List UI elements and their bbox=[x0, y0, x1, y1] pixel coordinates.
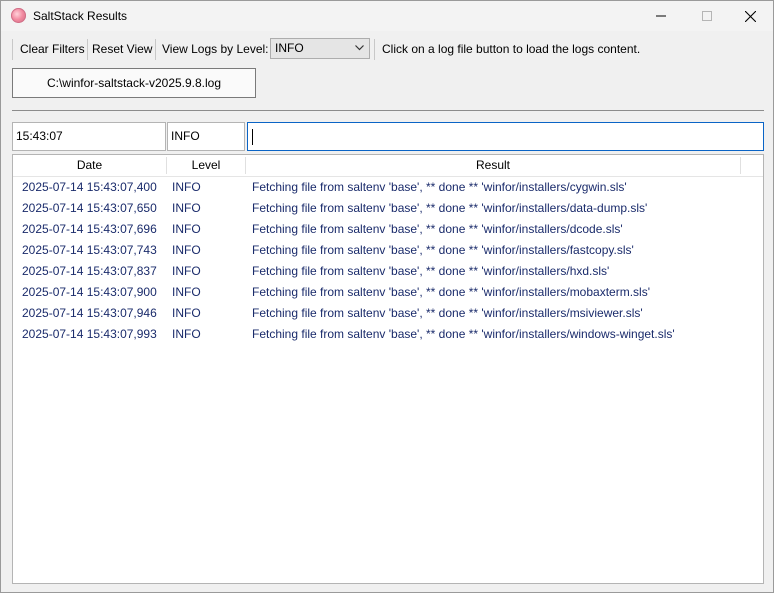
toolbar-separator bbox=[374, 39, 375, 60]
cell-level: INFO bbox=[172, 306, 201, 320]
title-bar[interactable]: SaltStack Results bbox=[1, 1, 773, 31]
table-row[interactable]: 2025-07-14 15:43:07,400 INFO Fetching file… bbox=[13, 177, 763, 198]
cell-result: Fetching file from saltenv 'base', ** do… bbox=[252, 222, 623, 236]
level-filter-label: View Logs by Level: bbox=[162, 42, 269, 56]
level-select[interactable]: INFO bbox=[270, 38, 370, 59]
level-filter-input[interactable]: INFO bbox=[167, 122, 245, 151]
cell-date: 2025-07-14 15:43:07,650 bbox=[22, 201, 157, 215]
divider bbox=[12, 110, 764, 111]
date-filter-input[interactable]: 15:43:07 bbox=[12, 122, 166, 151]
cell-date: 2025-07-14 15:43:07,993 bbox=[22, 327, 157, 341]
toolbar-separator bbox=[12, 39, 13, 60]
table-row[interactable]: 2025-07-14 15:43:07,650 INFO Fetching file… bbox=[13, 198, 763, 219]
cell-date: 2025-07-14 15:43:07,743 bbox=[22, 243, 157, 257]
cell-level: INFO bbox=[172, 264, 201, 278]
cell-result: Fetching file from saltenv 'base', ** do… bbox=[252, 285, 650, 299]
result-filter-input[interactable] bbox=[247, 122, 764, 151]
window-title: SaltStack Results bbox=[33, 9, 128, 23]
app-window: SaltStack Results Clear Filters Reset Vi… bbox=[0, 0, 774, 593]
clear-filters-button[interactable]: Clear Filters bbox=[17, 38, 88, 60]
cell-result: Fetching file from saltenv 'base', ** do… bbox=[252, 180, 627, 194]
cell-level: INFO bbox=[172, 285, 201, 299]
reset-view-button[interactable]: Reset View bbox=[89, 38, 155, 60]
column-resize-handle[interactable] bbox=[740, 157, 741, 174]
toolbar-separator bbox=[155, 39, 156, 60]
cell-result: Fetching file from saltenv 'base', ** do… bbox=[252, 201, 648, 215]
cell-date: 2025-07-14 15:43:07,400 bbox=[22, 180, 157, 194]
table-header: Date Level Result bbox=[13, 155, 763, 177]
close-icon bbox=[744, 10, 756, 22]
level-select-value: INFO bbox=[275, 41, 304, 55]
cell-result: Fetching file from saltenv 'base', ** do… bbox=[252, 306, 643, 320]
column-header-result[interactable]: Result bbox=[246, 155, 740, 176]
minimize-icon bbox=[656, 15, 666, 17]
cell-date: 2025-07-14 15:43:07,837 bbox=[22, 264, 157, 278]
table-row[interactable]: 2025-07-14 15:43:07,900 INFO Fetching file… bbox=[13, 282, 763, 303]
chevron-down-icon bbox=[355, 45, 364, 51]
cell-level: INFO bbox=[172, 222, 201, 236]
close-button[interactable] bbox=[727, 1, 773, 31]
maximize-button[interactable] bbox=[684, 1, 730, 31]
cell-level: INFO bbox=[172, 180, 201, 194]
cell-level: INFO bbox=[172, 201, 201, 215]
cell-level: INFO bbox=[172, 243, 201, 257]
text-caret bbox=[252, 129, 253, 145]
table-row[interactable]: 2025-07-14 15:43:07,743 INFO Fetching file… bbox=[13, 240, 763, 261]
cell-result: Fetching file from saltenv 'base', ** do… bbox=[252, 243, 634, 257]
table-row[interactable]: 2025-07-14 15:43:07,993 INFO Fetching file… bbox=[13, 324, 763, 345]
maximize-icon bbox=[702, 11, 712, 21]
cell-date: 2025-07-14 15:43:07,900 bbox=[22, 285, 157, 299]
saltstack-app-icon bbox=[11, 8, 26, 23]
table-row[interactable]: 2025-07-14 15:43:07,696 INFO Fetching file… bbox=[13, 219, 763, 240]
cell-result: Fetching file from saltenv 'base', ** do… bbox=[252, 264, 610, 278]
minimize-button[interactable] bbox=[638, 1, 684, 31]
cell-result: Fetching file from saltenv 'base', ** do… bbox=[252, 327, 675, 341]
cell-date: 2025-07-14 15:43:07,946 bbox=[22, 306, 157, 320]
toolbar-separator bbox=[87, 39, 88, 60]
column-header-level[interactable]: Level bbox=[167, 155, 245, 176]
table-row[interactable]: 2025-07-14 15:43:07,837 INFO Fetching file… bbox=[13, 261, 763, 282]
log-table: Date Level Result 2025-07-14 15:43:07,40… bbox=[12, 154, 764, 584]
column-header-date[interactable]: Date bbox=[13, 155, 166, 176]
cell-date: 2025-07-14 15:43:07,696 bbox=[22, 222, 157, 236]
table-row[interactable]: 2025-07-14 15:43:07,946 INFO Fetching file… bbox=[13, 303, 763, 324]
cell-level: INFO bbox=[172, 327, 201, 341]
hint-text: Click on a log file button to load the l… bbox=[382, 42, 641, 56]
log-file-button[interactable]: C:\winfor-saltstack-v2025.9.8.log bbox=[12, 68, 256, 98]
